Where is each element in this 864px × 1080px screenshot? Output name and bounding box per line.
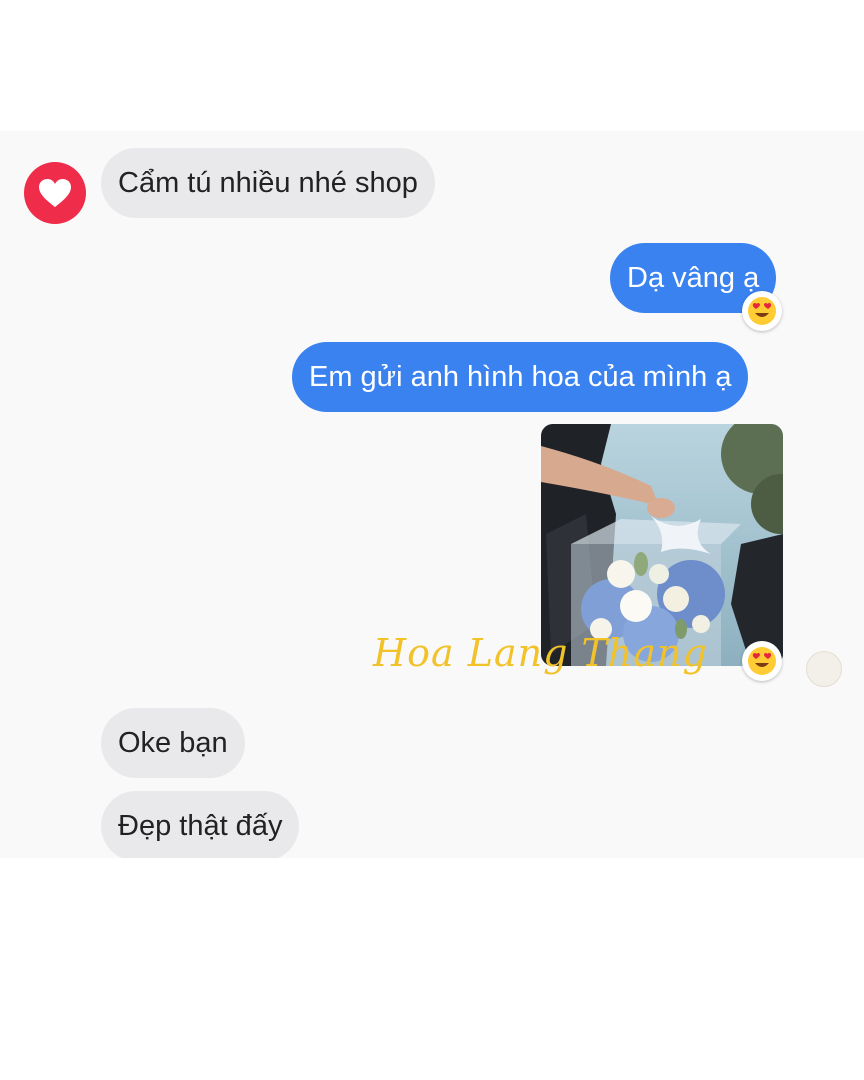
- message-incoming[interactable]: Oke bạn: [101, 708, 245, 778]
- flower-bouquet-image: [541, 424, 783, 666]
- heart-icon: [39, 179, 71, 207]
- watermark-logo: Hoa Lang Thang: [373, 631, 708, 675]
- message-incoming[interactable]: Cẩm tú nhiều nhé shop: [101, 148, 435, 218]
- chat-thread: Cẩm tú nhiều nhé shop Dạ vâng ạ Em gửi a…: [0, 131, 864, 858]
- message-outgoing[interactable]: Em gửi anh hình hoa của mình ạ: [292, 342, 749, 412]
- heart-eyes-emoji-icon: [748, 647, 776, 675]
- seen-indicator-avatar: [806, 651, 842, 687]
- heart-eyes-reaction-icon[interactable]: [742, 291, 782, 331]
- heart-eyes-emoji-icon: [748, 297, 776, 325]
- heart-eyes-reaction-icon[interactable]: [742, 641, 782, 681]
- message-incoming[interactable]: Đẹp thật đấy: [101, 791, 300, 858]
- contact-avatar-heart-icon[interactable]: [24, 162, 86, 224]
- flower-photo-message[interactable]: [541, 424, 783, 666]
